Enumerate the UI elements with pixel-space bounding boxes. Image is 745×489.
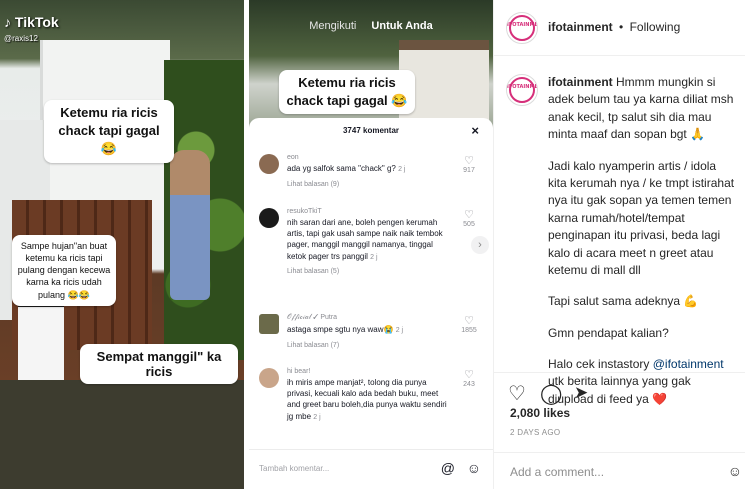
comment-like-count: 505 [463, 221, 475, 228]
comments-sheet: 3747 komentar × eon ada yg salfok sama "… [249, 118, 493, 489]
heart-icon[interactable]: ♡ [457, 314, 481, 327]
comment-username[interactable]: resukoTkiT [287, 208, 451, 215]
comment-like[interactable]: ♡ 505 [457, 208, 481, 228]
comment-input-placeholder[interactable]: Tambah komentar... [259, 464, 329, 473]
like-icon[interactable]: ♡ [508, 381, 526, 406]
comment-avatar[interactable] [259, 314, 279, 334]
post-timestamp[interactable]: 2 DAYS AGO [510, 428, 560, 437]
mention-link[interactable]: @ifotainment [653, 357, 724, 371]
tiktok-app-label: TikTok [14, 14, 59, 30]
comment-input-bar[interactable]: Tambah komentar... @ ☺ [249, 449, 493, 489]
likes-count[interactable]: 2,080 likes [510, 406, 570, 420]
instagram-post-panel: IFOTAINMENT ifotainment • Following IFOT… [493, 0, 745, 489]
video-caption-bottom: Sempat manggil" ka ricis [80, 344, 238, 384]
avatar-logo-text: IFOTAINMENT [507, 84, 538, 90]
caption-text: Halo cek instastory [548, 357, 653, 372]
close-icon[interactable]: × [471, 123, 479, 138]
avatar-logo-text: IFOTAINMENT [507, 22, 538, 28]
heart-icon[interactable]: ♡ [457, 154, 481, 167]
tiktok-frame-left: ♪ TikTok @raxis12 Ketemu ria ricis chack… [0, 0, 244, 489]
caption-paragraph: Tapi salut sama adeknya 💪 [548, 294, 699, 309]
video-caption-top: Ketemu ria ricis chack tapi gagal 😂 [44, 100, 174, 163]
caption-paragraph: Gmn pendapat kalian? [548, 325, 669, 340]
following-button[interactable]: Following [630, 20, 681, 34]
comment-item: hi bear! ih miris ampe manjat², tolong d… [259, 368, 483, 422]
comment-count: 3747 komentar [342, 126, 400, 135]
emoji-icon[interactable]: ☺ [728, 463, 742, 479]
tiktok-feed-tabs: Mengikuti Untuk Anda [249, 20, 493, 32]
comment-like-count: 243 [463, 381, 475, 388]
avatar[interactable]: IFOTAINMENT [506, 74, 538, 106]
comment-item: 𝒪𝒻𝒻𝒾𝒸𝒾𝒶𝓁 ✓ Putra astaga smpe sgtu nya wa… [259, 314, 483, 349]
comment-like[interactable]: ♡ 1855 [457, 314, 481, 334]
comment-username[interactable]: eon [287, 154, 451, 161]
comments-header: 3747 komentar × [249, 118, 493, 140]
comment-username[interactable]: 𝒪𝒻𝒻𝒾𝒸𝒾𝒶𝓁 ✓ Putra [287, 314, 451, 322]
separator-dot: • [619, 20, 624, 34]
avatar[interactable]: IFOTAINMENT [506, 12, 538, 44]
post-header: IFOTAINMENT ifotainment • Following [494, 0, 745, 56]
comment-like-count: 1855 [461, 327, 477, 334]
comment-username[interactable]: hi bear! [287, 368, 451, 375]
comment-like[interactable]: ♡ 917 [457, 154, 481, 174]
video-caption-top-right: Ketemu ria ricis chack tapi gagal 😂 [279, 70, 415, 115]
tab-following[interactable]: Mengikuti [309, 20, 356, 32]
comment-like[interactable]: ♡ 243 [457, 368, 481, 388]
comment-text: nih saran dari ane, boleh pengen kerumah… [287, 218, 443, 261]
account-name-link[interactable]: ifotainment [548, 20, 613, 34]
comment-date: 2 j [370, 253, 378, 261]
comment-item: eon ada yg salfok sama "chack" g? 2 j Li… [259, 154, 483, 188]
tiktok-frame-right: Mengikuti Untuk Anda Ketemu ria ricis ch… [249, 0, 493, 489]
post-caption: ifotainment Hmmm mungkin si adek belum t… [548, 74, 738, 422]
caption-area: IFOTAINMENT ifotainment Hmmm mungkin si … [494, 58, 745, 406]
add-comment-bar[interactable]: Add a comment... ☺ [494, 452, 745, 489]
view-replies-link[interactable]: Lihat balasan (9) [287, 181, 451, 188]
comment-like-count: 917 [463, 167, 475, 174]
caption-username-link[interactable]: ifotainment [548, 75, 613, 89]
share-icon[interactable]: ➤ [574, 383, 588, 403]
comment-date: 2 j [313, 413, 321, 421]
video-caption-middle: Sampe hujan"an buat ketemu ka ricis tapi… [12, 235, 116, 306]
comment-item: resukoTkiT nih saran dari ane, boleh pen… [259, 208, 483, 275]
view-replies-link[interactable]: Lihat balasan (7) [287, 342, 451, 349]
comment-date: 2 j [395, 327, 404, 334]
comment-text: ih miris ampe manjat², tolong dia punya … [287, 378, 447, 421]
ground [0, 380, 244, 489]
comment-avatar[interactable] [259, 208, 279, 228]
next-arrow-icon[interactable]: › [471, 236, 489, 254]
post-media[interactable]: ♪ TikTok @raxis12 Ketemu ria ricis chack… [0, 0, 493, 489]
mention-icon[interactable]: @ [441, 460, 455, 476]
heart-icon[interactable]: ♡ [457, 368, 481, 381]
comment-text: ada yg salfok sama "chack" g? [287, 164, 396, 173]
comment-avatar[interactable] [259, 154, 279, 174]
heart-icon[interactable]: ♡ [457, 208, 481, 221]
comment-text: astaga smpe sgtu nya waw😭 [287, 325, 394, 334]
add-comment-input[interactable]: Add a comment... [510, 465, 604, 479]
caption-paragraph: Jadi kalo nyamperin artis / idola kita k… [548, 158, 735, 277]
person-at-gate [170, 150, 210, 300]
tiktok-logo: ♪ TikTok [4, 14, 59, 30]
comment-icon[interactable]: ◯ [540, 381, 562, 406]
view-replies-link[interactable]: Lihat balasan (5) [287, 268, 451, 275]
comment-date: 2 j [398, 166, 406, 173]
comment-avatar[interactable] [259, 368, 279, 388]
emoji-icon[interactable]: ☺ [467, 460, 481, 476]
tiktok-username: @raxis12 [4, 34, 38, 43]
post-header-user: ifotainment • Following [548, 20, 680, 34]
tab-for-you[interactable]: Untuk Anda [371, 20, 432, 32]
